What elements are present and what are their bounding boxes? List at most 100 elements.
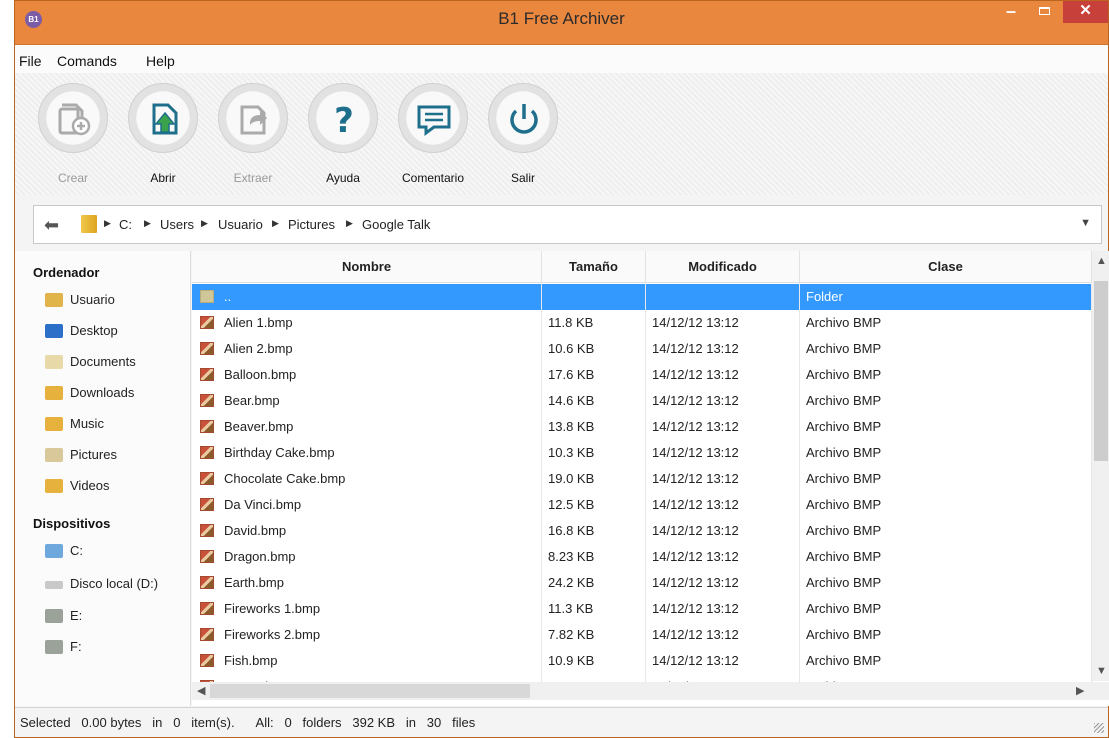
sidebar-item-documents[interactable]: Documents [45,351,185,373]
cell-name: David.bmp [192,518,542,544]
cell-name: .. [192,284,542,310]
cell-kind: Archivo BMP [800,440,1092,466]
scroll-down-icon[interactable]: ▼ [1096,665,1107,677]
bmp-file-icon [200,628,214,641]
scroll-right-icon[interactable]: ▶ [1076,684,1084,697]
table-row[interactable]: Beaver.bmp 13.8 KB 14/12/12 13:12 Archivo B… [192,414,1092,440]
sidebar-item-music[interactable]: Music [45,413,185,435]
window-title: B1 Free Archiver [498,9,625,28]
crear-button[interactable]: Crear [30,83,116,193]
chevron-right-icon: ▶ [201,218,208,228]
cell-text: 11.3 KB [548,601,594,616]
column-header-clase[interactable]: Clase [800,251,1092,283]
resize-grip-icon[interactable] [1094,723,1104,733]
crumb-users[interactable]: Users [160,217,194,232]
comentario-button[interactable]: Comentario [390,83,476,193]
table-row[interactable]: Alien 2.bmp 10.6 KB 14/12/12 13:12 Archivo … [192,336,1092,362]
horizontal-scrollbar[interactable]: ◀ ▶ [192,682,1109,700]
menu-bar: File Comands Help [15,45,1108,73]
cell-text: 17.6 KB [548,367,595,382]
sidebar-heading-computer: Ordenador [33,265,100,280]
table-row[interactable]: Da Vinci.bmp 12.5 KB 14/12/12 13:12 Archivo… [192,492,1092,518]
cell-text: 12.5 KB [548,497,595,512]
cell-text: Balloon.bmp [224,367,297,382]
crumb-usuario[interactable]: Usuario [218,217,263,232]
table-row[interactable]: Birthday Cake.bmp 10.3 KB 14/12/12 13:12 Ar… [192,440,1092,466]
cell-text: 10.3 KB [548,445,595,460]
cell-text: 14/12/12 13:12 [652,315,739,330]
scroll-thumb[interactable] [210,684,530,698]
vertical-scrollbar[interactable]: ▲ ▼ [1092,251,1109,681]
cell-modified: 14/12/12 13:12 [646,414,800,440]
table-row[interactable]: Balloon.bmp 17.6 KB 14/12/12 13:12 Archivo … [192,362,1092,388]
bmp-file-icon [200,602,214,615]
cell-text: Archivo BMP [806,549,882,564]
bmp-file-icon [200,420,214,433]
table-row[interactable]: Chocolate Cake.bmp 19.0 KB 14/12/12 13:12 A… [192,466,1092,492]
salir-label: Salir [510,171,535,185]
sidebar-item-drive-e[interactable]: E: [45,605,185,627]
table-row[interactable]: .. Folder [192,284,1092,310]
table-row[interactable]: Dragon.bmp 8.23 KB 14/12/12 13:12 Archivo B… [192,544,1092,570]
crumb-pictures[interactable]: Pictures [288,217,335,232]
cell-text: Alien 2.bmp [224,341,293,356]
table-row[interactable]: Fireworks 2.bmp 7.82 KB 14/12/12 13:12 Arch… [192,622,1092,648]
cell-kind: Archivo BMP [800,492,1092,518]
table-row[interactable]: David.bmp 16.8 KB 14/12/12 13:12 Archivo BM… [192,518,1092,544]
menu-file[interactable]: File [19,53,42,69]
table-row[interactable]: Earth.bmp 24.2 KB 14/12/12 13:12 Archivo BM… [192,570,1092,596]
column-header-tamano[interactable]: Tamaño [542,251,646,283]
salir-button[interactable]: Salir [480,83,566,193]
cell-name: Balloon.bmp [192,362,542,388]
status-bar: Selected 0.00 bytes in 0 item(s). All: 0… [15,707,1108,737]
cell-text: 19.0 KB [548,471,595,486]
sidebar-item-drive-f[interactable]: F: [45,636,185,658]
cell-size: 7.82 KB [542,622,646,648]
minimize-button[interactable]: – [997,1,1025,23]
sidebar-item-videos[interactable]: Videos [45,475,185,497]
sidebar-item-drive-d[interactable]: Disco local (D:) [45,573,185,595]
cell-modified: 14/12/12 13:12 [646,596,800,622]
sidebar-item-drive-c[interactable]: C: [45,540,185,562]
cell-size: 11.8 KB [542,310,646,336]
cell-text: Archivo BMP [806,601,882,616]
crumb-google-talk[interactable]: Google Talk [362,217,430,232]
cell-kind: Archivo BMP [800,362,1092,388]
table-row[interactable]: Alien 1.bmp 11.8 KB 14/12/12 13:12 Archivo … [192,310,1092,336]
bmp-file-icon [200,498,214,511]
cell-kind: Folder [800,284,1092,310]
sidebar-item-pictures[interactable]: Pictures [45,444,185,466]
extraer-button[interactable]: Extraer [210,83,296,193]
cell-name: Bear.bmp [192,388,542,414]
chevron-right-icon: ▶ [346,218,353,228]
cell-size [542,284,646,310]
close-button[interactable]: ✕ [1063,1,1108,23]
menu-help[interactable]: Help [146,53,175,69]
sidebar-item-downloads[interactable]: Downloads [45,382,185,404]
column-header-nombre[interactable]: Nombre [192,251,542,283]
chevron-down-icon[interactable]: ▼ [1080,217,1091,229]
scroll-left-icon[interactable]: ◀ [197,684,205,697]
sidebar-item-desktop[interactable]: Desktop [45,320,185,342]
back-arrow-icon[interactable]: ⬅ [44,215,59,236]
maximize-button[interactable] [1030,1,1058,23]
documents-icon [45,355,63,369]
table-row[interactable]: Fireworks 1.bmp 11.3 KB 14/12/12 13:12 Arch… [192,596,1092,622]
column-header-modificado[interactable]: Modificado [646,251,800,283]
scroll-up-icon[interactable]: ▲ [1096,255,1107,267]
cell-text: 13.8 KB [548,419,595,434]
menu-comands[interactable]: Comands [57,53,117,69]
title-bar[interactable]: B1 B1 Free Archiver – ✕ [15,1,1108,45]
ayuda-button[interactable]: ? Ayuda [300,83,386,193]
cell-text: Archivo BMP [806,315,882,330]
table-row[interactable]: Fish.bmp 10.9 KB 14/12/12 13:12 Archivo BMP [192,648,1092,674]
scroll-thumb[interactable] [1094,281,1108,461]
address-bar[interactable]: ⬅ ▶ C: ▶ Users ▶ Usuario ▶ Pictures ▶ Go… [33,205,1102,244]
sidebar-item-usuario[interactable]: Usuario [45,289,185,311]
cell-kind: Archivo BMP [800,518,1092,544]
table-row[interactable]: Bear.bmp 14.6 KB 14/12/12 13:12 Archivo BMP [192,388,1092,414]
abrir-button[interactable]: Abrir [120,83,206,193]
system-drive-icon [45,544,63,558]
crumb-c[interactable]: C: [119,217,132,232]
videos-icon [45,479,63,493]
